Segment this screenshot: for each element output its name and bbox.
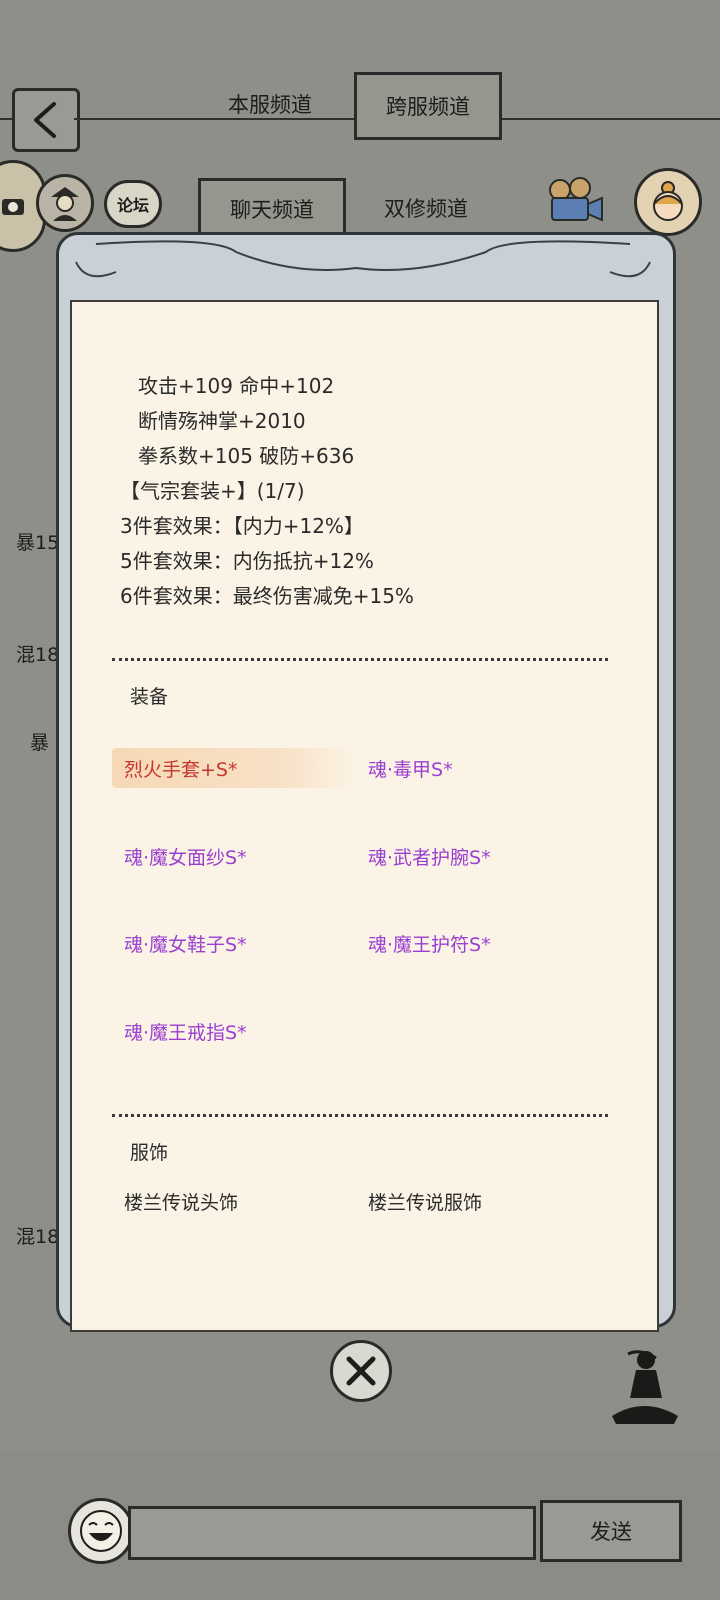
laughing-face-icon <box>80 1510 122 1552</box>
header-divider <box>0 118 12 120</box>
costume-item[interactable]: 楼兰传说服饰 <box>368 1188 482 1215</box>
frame-ornament <box>75 240 651 278</box>
emoji-button[interactable] <box>68 1498 134 1564</box>
set-bonus-5: 5件套效果：内伤抵抗+12% <box>120 549 374 573</box>
companion-avatar[interactable] <box>634 168 702 236</box>
costume-title: 服饰 <box>130 1142 169 1164</box>
swordsman-avatar-icon <box>51 187 79 221</box>
stat-line: 拳系数+105 破防+636 <box>138 444 355 468</box>
back-button[interactable] <box>12 88 80 152</box>
tab-dual-cultivation[interactable]: 双修频道 <box>356 186 496 230</box>
equipment-title: 装备 <box>130 686 169 708</box>
close-button[interactable] <box>330 1340 392 1402</box>
avatar[interactable] <box>36 174 94 232</box>
equipment-item[interactable]: 魂·武者护腕S* <box>368 843 491 870</box>
close-icon <box>346 1356 376 1386</box>
equipment-item[interactable]: 魂·魔女面纱S* <box>124 843 247 870</box>
equipment-item[interactable]: 魂·毒甲S* <box>368 755 453 782</box>
chat-fragment: 暴 <box>30 732 50 754</box>
chat-fragment: 混18 <box>16 644 60 666</box>
forum-label: 论坛 <box>116 196 149 215</box>
tab-chat-channel[interactable]: 聊天频道 <box>198 178 346 240</box>
chat-fragment: 暴15 <box>16 532 60 554</box>
stat-line: 攻击+109 命中+102 <box>138 374 335 398</box>
chevron-left-icon <box>34 102 56 138</box>
girl-avatar-icon <box>653 181 683 221</box>
equipment-item[interactable]: 魂·魔王护符S* <box>368 930 491 957</box>
equipment-item[interactable]: 烈火手套+S* <box>124 755 237 782</box>
set-title: 【气宗套装+】(1/7) <box>120 479 305 503</box>
chat-screen: 本服频道 跨服频道 论坛 聊天频道 双修频道 暴15 混18 暴 混18 攻击+… <box>0 0 720 1600</box>
equipment-item[interactable]: 魂·魔女鞋子S* <box>124 930 247 957</box>
section-divider <box>112 658 608 661</box>
set-bonus-6: 6件套效果：最终伤害减免+15% <box>120 584 414 608</box>
costume-item[interactable]: 楼兰传说头饰 <box>124 1188 238 1215</box>
send-button[interactable]: 发送 <box>540 1500 682 1562</box>
meditation-icon[interactable] <box>606 1346 682 1426</box>
film-camera-icon[interactable] <box>544 176 606 228</box>
section-divider <box>112 1114 608 1117</box>
tab-cross-server[interactable]: 跨服频道 <box>354 72 502 140</box>
forum-button[interactable]: 论坛 <box>104 180 162 228</box>
stat-line: 断情殇神掌+2010 <box>138 409 306 433</box>
set-bonus-3: 3件套效果：【内力+12%】 <box>120 514 364 538</box>
camera-icon <box>2 199 24 215</box>
tab-local-server[interactable]: 本服频道 <box>200 82 340 126</box>
chat-fragment: 混18 <box>16 1226 60 1248</box>
header-divider <box>498 118 720 120</box>
chat-message-input[interactable] <box>128 1506 536 1560</box>
equipment-item[interactable]: 魂·魔王戒指S* <box>124 1018 247 1045</box>
